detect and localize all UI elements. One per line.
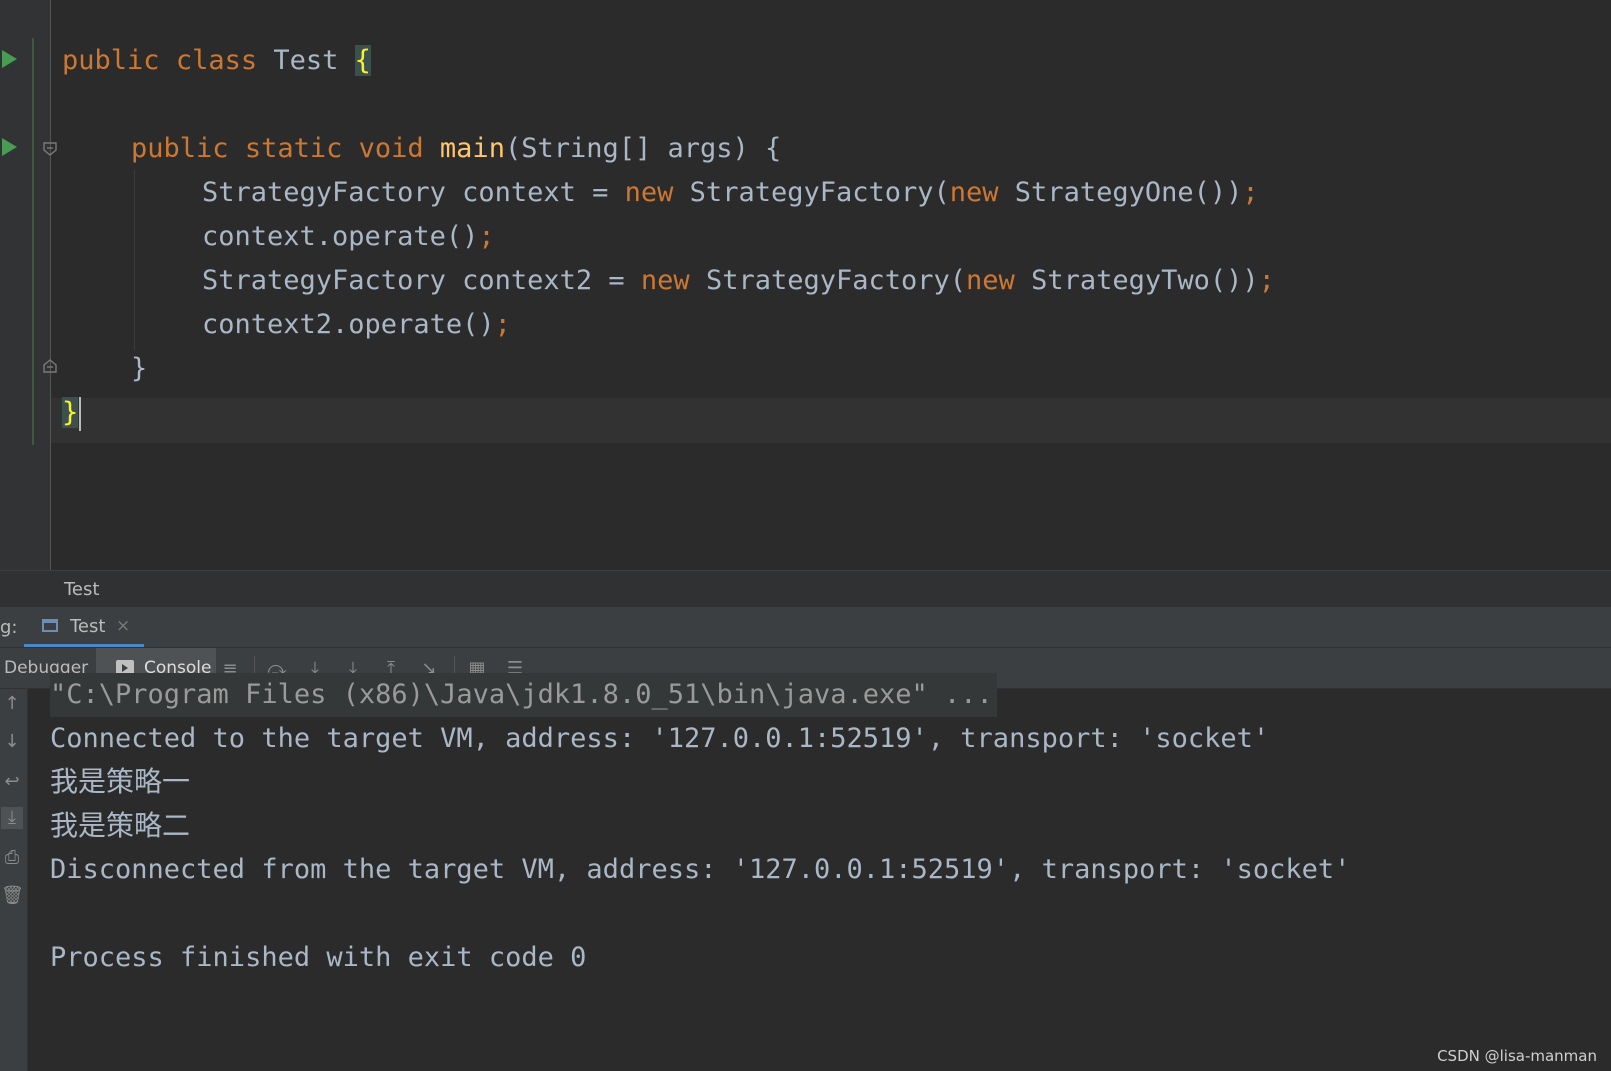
keyword: public [131, 133, 229, 164]
semicolon: ; [1258, 265, 1275, 296]
gutter-divider [50, 0, 51, 570]
debug-tool-window: g: Test × Debugger Console ≡ ⤼ ⤓ ⤓ ⤒ ↘ ▦… [0, 607, 1611, 1071]
console-disconnected-line: Disconnected from the target VM, address… [50, 854, 1351, 885]
code-text: StrategyFactory( [673, 177, 950, 208]
method-signature: (String[] args) { [504, 133, 782, 164]
up-arrow-icon[interactable]: ↑ [1, 693, 23, 715]
soft-wrap-icon[interactable]: ↩ [1, 771, 23, 793]
code-line-6[interactable]: context2.operate(); [202, 302, 511, 347]
semicolon: ; [494, 309, 511, 340]
keyword: new [966, 265, 1015, 296]
console-command-line[interactable]: "C:\Program Files (x86)\Java\jdk1.8.0_51… [50, 673, 997, 717]
code-line-8[interactable]: } [62, 390, 82, 435]
print-icon[interactable]: ⎙ [1, 847, 23, 869]
text-cursor [79, 396, 82, 431]
tool-window-title: g: [0, 617, 18, 638]
code-line-2[interactable]: public static void main(String[] args) { [131, 126, 781, 171]
watermark: CSDN @lisa-manman [1437, 1047, 1597, 1065]
console-output-line: 我是策略二 [50, 809, 191, 842]
run-tab-test[interactable]: Test × [24, 607, 144, 647]
code-text: StrategyOne()) [998, 177, 1243, 208]
run-main-icon[interactable] [2, 138, 17, 156]
code-text: StrategyFactory( [689, 265, 967, 296]
code-line-4[interactable]: context.operate(); [202, 214, 495, 259]
code-text: StrategyFactory context = [202, 177, 625, 208]
code-text: context.operate() [202, 221, 479, 252]
keyword: void [358, 133, 424, 164]
matched-brace: { [354, 45, 371, 76]
keyword: static [244, 133, 343, 164]
matched-brace: } [62, 397, 79, 428]
vcs-change-marker[interactable] [32, 38, 34, 445]
semicolon: ; [1242, 177, 1259, 208]
down-arrow-icon[interactable]: ↓ [1, 731, 23, 753]
code-line-3[interactable]: StrategyFactory context = new StrategyFa… [202, 170, 1259, 215]
code-editor[interactable]: public class Test { public static void m… [0, 0, 1611, 570]
keyword: new [949, 177, 999, 208]
console-side-toolbar: ↑ ↓ ↩ ⤓ ⎙ 🗑 [0, 689, 28, 1071]
fold-method-icon[interactable] [43, 142, 57, 156]
code-text: StrategyFactory context2 = [202, 265, 641, 296]
code-text: StrategyTwo()) [1014, 265, 1259, 296]
code-line-1[interactable]: public class Test { [62, 38, 371, 83]
console-output-line: 我是策略一 [50, 765, 191, 798]
class-name: Test [273, 45, 339, 76]
run-class-icon[interactable] [2, 50, 17, 68]
keyword: new [624, 177, 674, 208]
indent-guide [134, 170, 135, 350]
code-text: } [131, 353, 148, 384]
close-icon[interactable]: × [116, 616, 130, 636]
breadcrumb[interactable]: Test [0, 570, 1611, 607]
keyword: public [62, 45, 160, 76]
clear-icon[interactable]: 🗑 [1, 885, 24, 907]
scroll-to-end-icon[interactable]: ⤓ [1, 807, 23, 829]
editor-gutter[interactable] [0, 0, 50, 570]
code-text: context2.operate() [202, 309, 495, 340]
code-line-5[interactable]: StrategyFactory context2 = new StrategyF… [202, 258, 1275, 303]
semicolon: ; [478, 221, 495, 252]
run-tab-label: Test [70, 616, 106, 637]
current-line-highlight [51, 398, 1611, 443]
code-line-7[interactable]: } [131, 346, 147, 391]
breadcrumb-item[interactable]: Test [64, 579, 99, 600]
fold-end-icon[interactable] [43, 359, 57, 373]
console-exit-line: Process finished with exit code 0 [50, 942, 587, 973]
console-connected-line: Connected to the target VM, address: '12… [50, 723, 1270, 754]
method-name: main [439, 133, 505, 164]
tool-window-header: g: Test × [0, 607, 1611, 648]
window-icon [42, 619, 58, 632]
keyword: new [640, 265, 690, 296]
keyword: class [175, 45, 258, 76]
